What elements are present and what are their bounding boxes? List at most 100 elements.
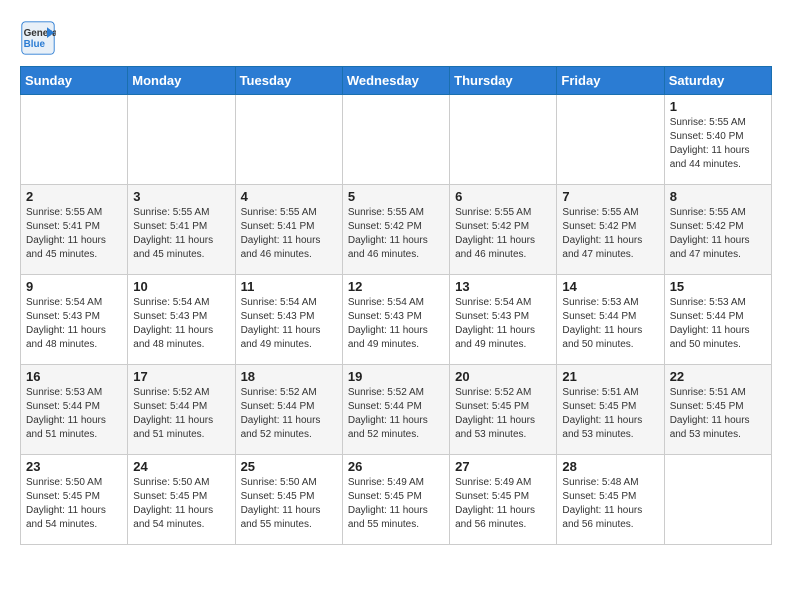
calendar-cell: 20 Sunrise: 5:52 AM Sunset: 5:45 PM Dayli…: [450, 365, 557, 455]
day-number: 25: [241, 459, 337, 474]
day-info: Sunrise: 5:51 AM Sunset: 5:45 PM Dayligh…: [562, 386, 658, 442]
day-number: 22: [670, 369, 766, 384]
day-number: 9: [26, 279, 122, 294]
calendar-cell: 24 Sunrise: 5:50 AM Sunset: 5:45 PM Dayli…: [128, 455, 235, 545]
day-number: 18: [241, 369, 337, 384]
day-info: Sunrise: 5:55 AM Sunset: 5:42 PM Dayligh…: [562, 206, 658, 262]
day-info: Sunrise: 5:49 AM Sunset: 5:45 PM Dayligh…: [348, 476, 444, 532]
calendar-cell: 13 Sunrise: 5:54 AM Sunset: 5:43 PM Dayli…: [450, 275, 557, 365]
day-number: 2: [26, 189, 122, 204]
day-number: 6: [455, 189, 551, 204]
calendar-cell: 19 Sunrise: 5:52 AM Sunset: 5:44 PM Dayli…: [342, 365, 449, 455]
calendar-cell: 7 Sunrise: 5:55 AM Sunset: 5:42 PM Daylig…: [557, 185, 664, 275]
day-number: 27: [455, 459, 551, 474]
day-info: Sunrise: 5:55 AM Sunset: 5:41 PM Dayligh…: [133, 206, 229, 262]
calendar-weekday-saturday: Saturday: [664, 67, 771, 95]
day-info: Sunrise: 5:48 AM Sunset: 5:45 PM Dayligh…: [562, 476, 658, 532]
logo: General Blue: [20, 20, 62, 56]
day-info: Sunrise: 5:53 AM Sunset: 5:44 PM Dayligh…: [562, 296, 658, 352]
day-info: Sunrise: 5:53 AM Sunset: 5:44 PM Dayligh…: [26, 386, 122, 442]
day-number: 12: [348, 279, 444, 294]
day-number: 8: [670, 189, 766, 204]
day-info: Sunrise: 5:50 AM Sunset: 5:45 PM Dayligh…: [26, 476, 122, 532]
calendar-week-5: 23 Sunrise: 5:50 AM Sunset: 5:45 PM Dayli…: [21, 455, 772, 545]
day-number: 3: [133, 189, 229, 204]
calendar-weekday-friday: Friday: [557, 67, 664, 95]
calendar-cell: 27 Sunrise: 5:49 AM Sunset: 5:45 PM Dayli…: [450, 455, 557, 545]
day-number: 10: [133, 279, 229, 294]
day-info: Sunrise: 5:50 AM Sunset: 5:45 PM Dayligh…: [133, 476, 229, 532]
day-number: 15: [670, 279, 766, 294]
day-number: 4: [241, 189, 337, 204]
calendar-cell: 22 Sunrise: 5:51 AM Sunset: 5:45 PM Dayli…: [664, 365, 771, 455]
calendar-cell: 9 Sunrise: 5:54 AM Sunset: 5:43 PM Daylig…: [21, 275, 128, 365]
calendar-cell: [342, 95, 449, 185]
calendar-week-3: 9 Sunrise: 5:54 AM Sunset: 5:43 PM Daylig…: [21, 275, 772, 365]
day-info: Sunrise: 5:54 AM Sunset: 5:43 PM Dayligh…: [455, 296, 551, 352]
day-number: 20: [455, 369, 551, 384]
day-info: Sunrise: 5:52 AM Sunset: 5:44 PM Dayligh…: [241, 386, 337, 442]
calendar-cell: 26Sunrise: 5:49 AM Sunset: 5:45 PM Dayli…: [342, 455, 449, 545]
calendar-cell: 6 Sunrise: 5:55 AM Sunset: 5:42 PM Daylig…: [450, 185, 557, 275]
day-info: Sunrise: 5:52 AM Sunset: 5:44 PM Dayligh…: [348, 386, 444, 442]
day-number: 28: [562, 459, 658, 474]
calendar-cell: 12 Sunrise: 5:54 AM Sunset: 5:43 PM Dayli…: [342, 275, 449, 365]
calendar-cell: 2 Sunrise: 5:55 AM Sunset: 5:41 PM Daylig…: [21, 185, 128, 275]
day-info: Sunrise: 5:54 AM Sunset: 5:43 PM Dayligh…: [241, 296, 337, 352]
calendar-table: SundayMondayTuesdayWednesdayThursdayFrid…: [20, 66, 772, 545]
svg-text:Blue: Blue: [24, 39, 46, 50]
calendar-cell: 21 Sunrise: 5:51 AM Sunset: 5:45 PM Dayli…: [557, 365, 664, 455]
calendar-cell: [21, 95, 128, 185]
calendar-cell: 28 Sunrise: 5:48 AM Sunset: 5:45 PM Dayli…: [557, 455, 664, 545]
calendar-cell: [557, 95, 664, 185]
calendar-weekday-tuesday: Tuesday: [235, 67, 342, 95]
day-number: 16: [26, 369, 122, 384]
header-row: SundayMondayTuesdayWednesdayThursdayFrid…: [21, 67, 772, 95]
day-info: Sunrise: 5:55 AM Sunset: 5:42 PM Dayligh…: [348, 206, 444, 262]
calendar-cell: 4 Sunrise: 5:55 AM Sunset: 5:41 PM Daylig…: [235, 185, 342, 275]
day-info: Sunrise: 5:54 AM Sunset: 5:43 PM Dayligh…: [26, 296, 122, 352]
page-header: General Blue: [20, 20, 772, 56]
calendar-cell: [128, 95, 235, 185]
day-number: 7: [562, 189, 658, 204]
calendar-cell: 5Sunrise: 5:55 AM Sunset: 5:42 PM Daylig…: [342, 185, 449, 275]
calendar-cell: 10 Sunrise: 5:54 AM Sunset: 5:43 PM Dayli…: [128, 275, 235, 365]
day-info: Sunrise: 5:55 AM Sunset: 5:42 PM Dayligh…: [670, 206, 766, 262]
calendar-cell: [664, 455, 771, 545]
day-number: 21: [562, 369, 658, 384]
day-info: Sunrise: 5:53 AM Sunset: 5:44 PM Dayligh…: [670, 296, 766, 352]
day-number: 17: [133, 369, 229, 384]
day-info: Sunrise: 5:55 AM Sunset: 5:42 PM Dayligh…: [455, 206, 551, 262]
calendar-cell: 17Sunrise: 5:52 AM Sunset: 5:44 PM Dayli…: [128, 365, 235, 455]
calendar-week-1: 1Sunrise: 5:55 AM Sunset: 5:40 PM Daylig…: [21, 95, 772, 185]
calendar-cell: 25Sunrise: 5:50 AM Sunset: 5:45 PM Dayli…: [235, 455, 342, 545]
day-number: 14: [562, 279, 658, 294]
calendar-weekday-thursday: Thursday: [450, 67, 557, 95]
day-info: Sunrise: 5:49 AM Sunset: 5:45 PM Dayligh…: [455, 476, 551, 532]
day-info: Sunrise: 5:55 AM Sunset: 5:41 PM Dayligh…: [26, 206, 122, 262]
calendar-cell: 8 Sunrise: 5:55 AM Sunset: 5:42 PM Daylig…: [664, 185, 771, 275]
calendar-cell: 3 Sunrise: 5:55 AM Sunset: 5:41 PM Daylig…: [128, 185, 235, 275]
day-info: Sunrise: 5:55 AM Sunset: 5:41 PM Dayligh…: [241, 206, 337, 262]
calendar-cell: 11 Sunrise: 5:54 AM Sunset: 5:43 PM Dayli…: [235, 275, 342, 365]
calendar-weekday-monday: Monday: [128, 67, 235, 95]
day-info: Sunrise: 5:51 AM Sunset: 5:45 PM Dayligh…: [670, 386, 766, 442]
day-info: Sunrise: 5:55 AM Sunset: 5:40 PM Dayligh…: [670, 116, 766, 172]
day-info: Sunrise: 5:52 AM Sunset: 5:45 PM Dayligh…: [455, 386, 551, 442]
day-number: 19: [348, 369, 444, 384]
calendar-cell: 23 Sunrise: 5:50 AM Sunset: 5:45 PM Dayli…: [21, 455, 128, 545]
day-number: 24: [133, 459, 229, 474]
day-info: Sunrise: 5:54 AM Sunset: 5:43 PM Dayligh…: [133, 296, 229, 352]
calendar-weekday-sunday: Sunday: [21, 67, 128, 95]
calendar-week-4: 16 Sunrise: 5:53 AM Sunset: 5:44 PM Dayli…: [21, 365, 772, 455]
calendar-header: SundayMondayTuesdayWednesdayThursdayFrid…: [21, 67, 772, 95]
day-number: 11: [241, 279, 337, 294]
day-number: 23: [26, 459, 122, 474]
logo-icon: General Blue: [20, 20, 56, 56]
day-info: Sunrise: 5:54 AM Sunset: 5:43 PM Dayligh…: [348, 296, 444, 352]
calendar-cell: 14 Sunrise: 5:53 AM Sunset: 5:44 PM Dayli…: [557, 275, 664, 365]
calendar-cell: 1Sunrise: 5:55 AM Sunset: 5:40 PM Daylig…: [664, 95, 771, 185]
calendar-cell: [450, 95, 557, 185]
day-number: 13: [455, 279, 551, 294]
calendar-week-2: 2 Sunrise: 5:55 AM Sunset: 5:41 PM Daylig…: [21, 185, 772, 275]
